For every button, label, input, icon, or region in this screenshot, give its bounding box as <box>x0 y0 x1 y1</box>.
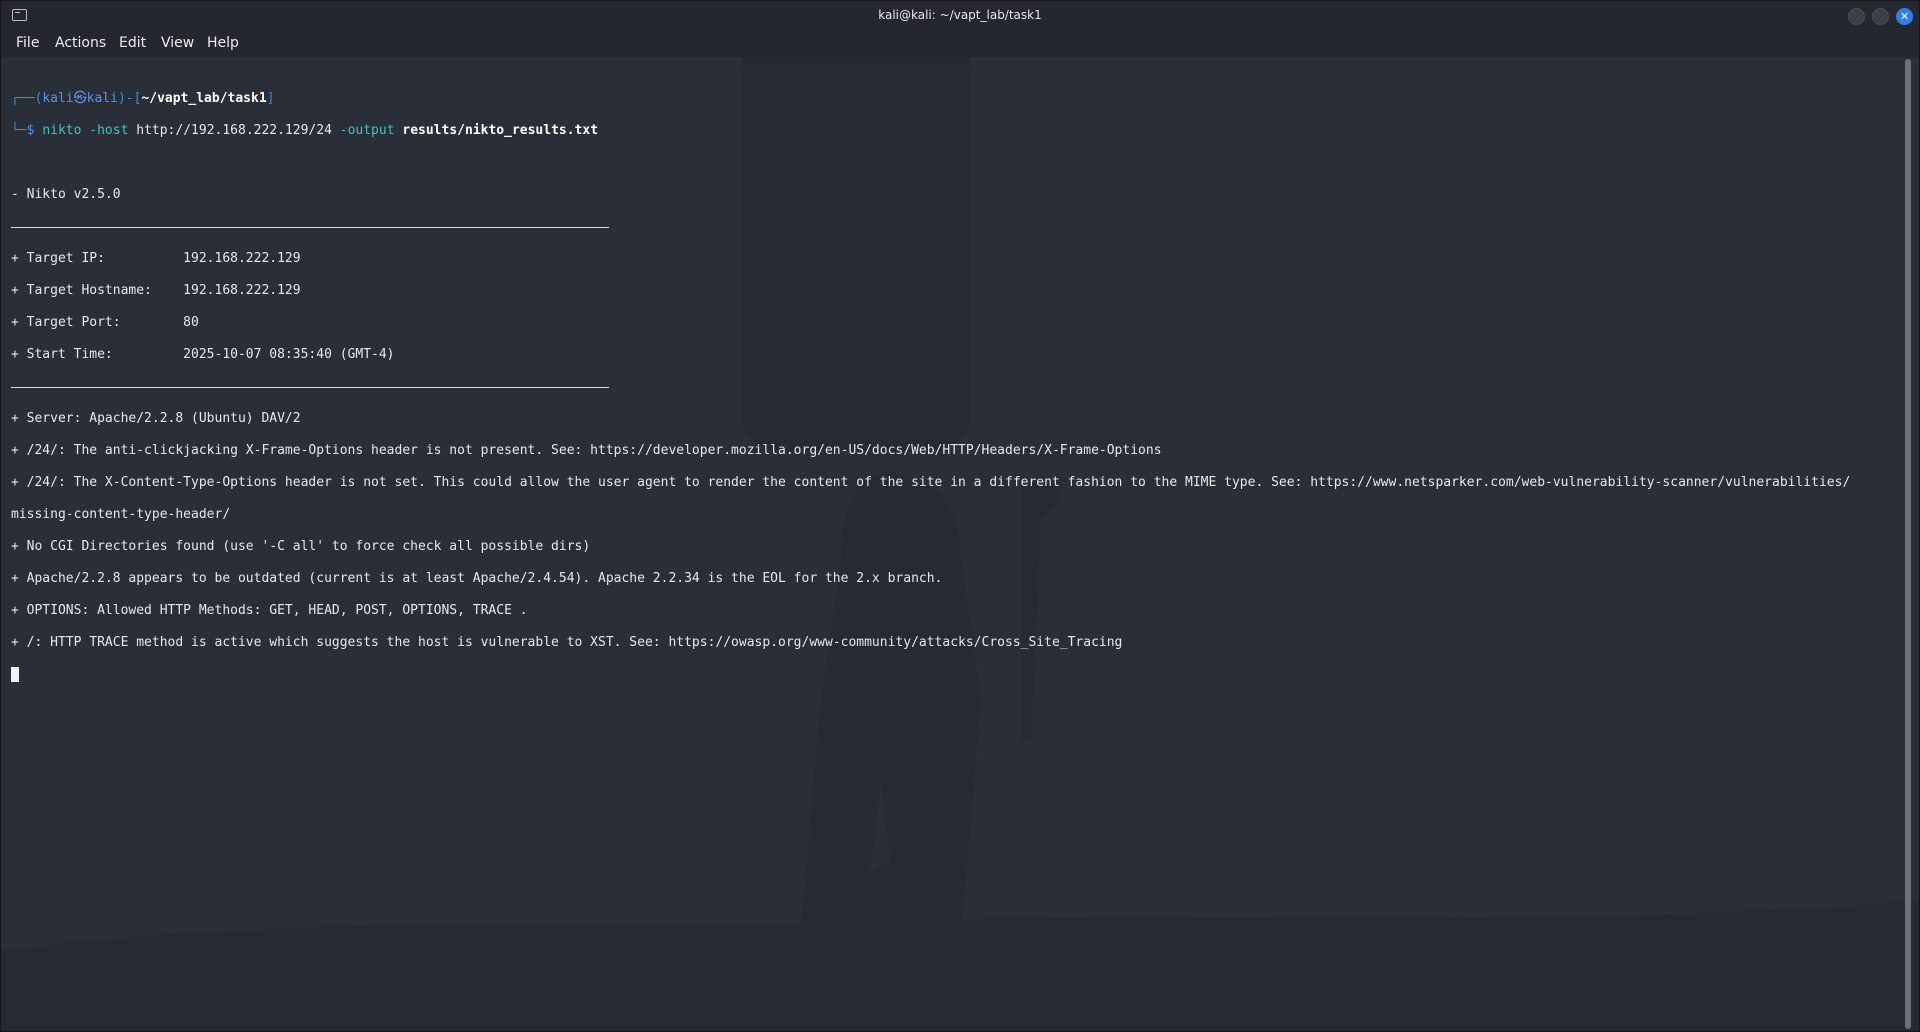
command-name: nikto <box>42 123 82 138</box>
prompt-user: kali㉿kali <box>42 91 118 106</box>
close-icon: ✕ <box>1899 10 1910 23</box>
command-target: http://192.168.222.129/24 <box>136 123 332 138</box>
menu-actions[interactable]: Actions <box>55 35 106 51</box>
prompt-frame: ┌──( <box>11 91 43 106</box>
command-arg: -output <box>331 123 403 138</box>
text-cursor <box>11 667 19 682</box>
separator-rule <box>11 379 1901 395</box>
output-line: + Server: Apache/2.2.8 (Ubuntu) DAV/2 <box>11 411 301 426</box>
prompt-symbol: $ <box>26 123 43 138</box>
scrollbar-thumb[interactable] <box>1905 59 1911 1029</box>
output-line: + /24/: The anti-clickjacking X-Frame-Op… <box>11 443 1162 458</box>
output-line: + Target Port: 80 <box>11 315 199 330</box>
prompt-frame: )-[ <box>117 91 142 106</box>
separator-rule <box>11 219 1901 235</box>
output-line: + Apache/2.2.8 appears to be outdated (c… <box>11 571 943 586</box>
window-title: kali@kali: ~/vapt_lab/task1 <box>878 8 1042 22</box>
minimize-button[interactable] <box>1848 8 1865 25</box>
terminal-output[interactable]: ┌──(kali㉿kali)-[~/vapt_lab/task1] └─$ ni… <box>1 57 1901 1031</box>
menu-file[interactable]: File <box>16 35 39 51</box>
output-line: + /: HTTP TRACE method is active which s… <box>11 635 1123 650</box>
output-line: + Target Hostname: 192.168.222.129 <box>11 283 301 298</box>
command-outfile: results/nikto_results.txt <box>402 123 599 138</box>
output-line: - Nikto v2.5.0 <box>11 187 121 202</box>
output-line: missing-content-type-header/ <box>11 507 231 522</box>
command-line: └─$ nikto -host http://192.168.222.129/2… <box>11 123 1901 139</box>
menu-help[interactable]: Help <box>207 35 239 51</box>
prompt-frame: ] <box>266 91 275 106</box>
prompt-line-1: ┌──(kali㉿kali)-[~/vapt_lab/task1] <box>11 91 1901 107</box>
output-line: + No CGI Directories found (use '-C all'… <box>11 539 591 554</box>
close-button[interactable]: ✕ <box>1896 8 1913 25</box>
output-line: + Target IP: 192.168.222.129 <box>11 251 301 266</box>
output-line: + /24/: The X-Content-Type-Options heade… <box>11 475 1851 490</box>
terminal-window: kali@kali: ~/vapt_lab/task1 ✕ File Actio… <box>0 0 1920 1032</box>
menu-view[interactable]: View <box>161 35 194 51</box>
title-bar[interactable]: kali@kali: ~/vapt_lab/task1 ✕ <box>1 1 1919 31</box>
command-arg: -host <box>81 123 137 138</box>
prompt-path: ~/vapt_lab/task1 <box>141 91 267 106</box>
output-line: + OPTIONS: Allowed HTTP Methods: GET, HE… <box>11 603 528 618</box>
menu-edit[interactable]: Edit <box>119 35 146 51</box>
output-line: + Start Time: 2025-10-07 08:35:40 (GMT-4… <box>11 347 395 362</box>
scrollbar[interactable] <box>1903 59 1913 1029</box>
maximize-button[interactable] <box>1872 8 1889 25</box>
menu-bar: File Actions Edit View Help <box>1 31 1919 57</box>
prompt-frame: └─ <box>11 123 27 138</box>
cursor-line <box>11 667 1901 683</box>
